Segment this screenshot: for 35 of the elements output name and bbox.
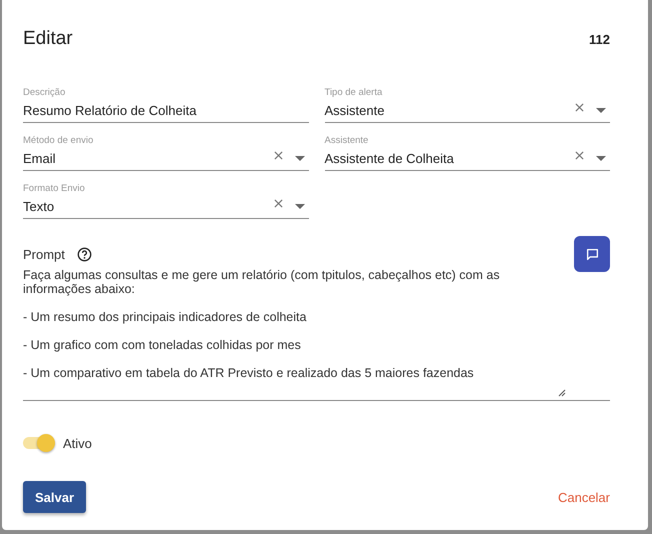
select-field[interactable]: Método de envio Email [23,135,308,171]
select-field[interactable]: Formato Envio Texto [23,183,308,219]
chat-button[interactable] [574,236,610,272]
field-value: Texto [23,198,56,214]
field-value: Assistente de Colheita [324,150,455,166]
clear-icon[interactable] [575,102,584,112]
caret-icon[interactable] [596,156,606,160]
field-label: Método de envio [23,135,94,146]
clear-icon[interactable] [274,150,282,160]
cancel-button[interactable]: Cancelar [558,490,610,504]
field-value: Resumo Relatório de Colheita [23,102,198,118]
resize-grip-icon[interactable] [558,389,566,397]
clear-icon[interactable] [274,198,282,208]
field-value: Assistente [324,102,386,118]
caret-icon[interactable] [294,156,304,160]
input-field[interactable]: Descrição Resumo Relatório de Colheita [23,87,308,123]
field-label: Formato Envio [23,183,85,194]
field-label: Descrição [23,87,66,98]
record-number: 112 [589,32,610,46]
select-field[interactable]: Assistente Assistente de Colheita [324,135,610,171]
toggle-switch[interactable] [23,433,57,453]
clear-icon[interactable] [575,150,584,160]
caret-icon[interactable] [294,204,304,208]
help-icon[interactable] [76,246,92,262]
save-button[interactable]: Salvar [23,481,86,513]
field-value: Email [23,150,57,166]
caret-icon[interactable] [596,108,606,112]
field-label: Tipo de alerta [324,87,382,98]
dialog-title: Editar [23,28,73,50]
prompt-field[interactable]: Faça algumas consultas e me gere um relatório (com tpitulos, cabeçalhos etc) com as informações abaixo: - Um resumo dos principais indicadores de colheita - Um grafico com com toneladas colhidas por mes - Um comparativo em tabela do ATR Previsto e realizado das 5 maiores fazendas [23,268,610,401]
toggle-label: Ativo [63,436,92,450]
field-label: Assistente [324,135,368,146]
chat-icon [586,248,598,260]
prompt-label: Prompt [23,246,65,262]
select-field[interactable]: Tipo de alerta Assistente [324,87,610,123]
